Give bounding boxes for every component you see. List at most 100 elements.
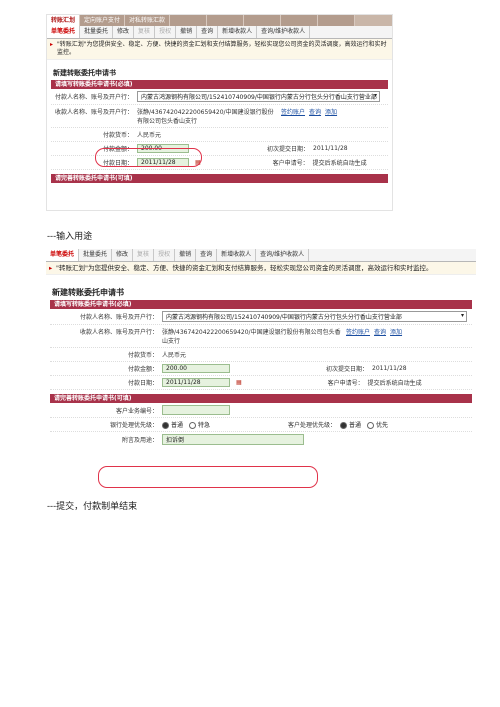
currency-row: 付款货币： 人民币元 (51, 128, 388, 142)
top-tab-transfer[interactable]: 转账汇划 (47, 15, 81, 26)
first-submit-label: 初次提交日期： (266, 146, 309, 153)
cust-priority-normal[interactable]: 普通 (340, 420, 361, 429)
tab-cancel[interactable]: 撤销 (175, 249, 197, 261)
bank-priority-normal[interactable]: 普通 (162, 420, 183, 429)
top-tab-4[interactable] (170, 15, 208, 26)
cust-priority-label: 客户处理优先级： (288, 422, 337, 429)
amount-row: 付款金额： 200.00 初次提交日期： 2011/11/28 (50, 362, 472, 376)
payer-label: 付款人名称、账号及开户行： (79, 314, 158, 321)
tab-cancel[interactable]: 撤销 (176, 26, 198, 38)
customer-no-label: 客户申请号： (327, 380, 364, 387)
tab-review[interactable]: 复核 (134, 26, 156, 38)
tab-manage-payee[interactable]: 查询/维护收款人 (256, 249, 310, 261)
priority-row: 银行处理优先级： 普通 特急 客户处理优先级： 普通 优先 (50, 418, 472, 432)
caption-input-purpose: ---输入用途 (47, 232, 93, 242)
radio-selected-icon (162, 422, 169, 429)
payee-value: 张静/4367420422200659420/中国建设银行股份有限公司包头香山支… (137, 109, 274, 125)
form-title: 新建转账委托申请书 (53, 69, 116, 77)
highlight-amount (95, 148, 202, 167)
top-tab-private[interactable]: 对私转账汇款 (125, 15, 171, 26)
tab-single[interactable]: 单笔委托 (46, 249, 80, 261)
top-tab-8[interactable] (318, 15, 356, 26)
tab-manage-payee[interactable]: 查询/维护收款人 (257, 26, 311, 38)
bank-priority-urgent[interactable]: 特急 (189, 420, 210, 429)
top-tab-6[interactable] (244, 15, 282, 26)
tab-authorize[interactable]: 授权 (154, 249, 176, 261)
memo-input[interactable]: 扣诉倒 (162, 434, 304, 445)
tab-modify[interactable]: 修改 (112, 249, 134, 261)
amount-label: 付款金额： (127, 366, 158, 373)
tab-query[interactable]: 查询 (196, 249, 218, 261)
sign-account-link[interactable]: 签约账户 (281, 107, 305, 116)
top-tab-7[interactable] (281, 15, 319, 26)
payee-row: 收款人名称、账号及开户行： 张静/4367420422200659420/中国建… (51, 105, 388, 128)
customer-no-value: 提交后系统自动生成 (367, 380, 422, 387)
bank-priority-normal-label: 普通 (171, 422, 184, 429)
first-submit-value: 2011/11/28 (313, 145, 348, 152)
pay-date-row: 付款日期： 2011/11/28 ▦ 客户申请号： 提交后系统自动生成 (50, 376, 472, 390)
currency-label: 付款货币： (127, 352, 158, 359)
sub-nav-2: 单笔委托 批量委托 修改 复核 授权 撤销 查询 新增收款人 查询/维护收款人 (46, 249, 476, 262)
query-link[interactable]: 查询 (374, 327, 386, 336)
payee-label: 收款人名称、账号及开户行： (79, 329, 158, 336)
top-tab-directed[interactable]: 定向账户支付 (80, 15, 126, 26)
memo-label: 附言及用途： (121, 437, 158, 444)
tab-batch[interactable]: 批量委托 (79, 249, 113, 261)
section-optional: 请完善转账委托申请书(可填) (51, 174, 388, 183)
screenshot-form-submit: 单笔委托 批量委托 修改 复核 授权 撤销 查询 新增收款人 查询/维护收款人 … (46, 249, 476, 489)
notice-text: "转账汇划"为您提供安全、稳定、方便、快捷的资金汇划和支付结算服务，轻松实现您公… (47, 39, 392, 60)
biz-no-input[interactable] (162, 405, 230, 415)
add-link[interactable]: 添加 (390, 327, 402, 336)
customer-no-value: 提交后系统自动生成 (312, 160, 367, 167)
payer-row: 付款人名称、账号及开户行： 内蒙古鸿源钢构有限公司/152410740909/中… (50, 309, 472, 325)
radio-icon (367, 422, 375, 429)
top-tab-5[interactable] (207, 15, 245, 26)
payee-row: 收款人名称、账号及开户行： 张静/4367420422200659420/中国建… (50, 325, 472, 348)
section-optional: 请完善转账委托申请书(可填) (50, 394, 472, 403)
payer-select[interactable]: 内蒙古鸿源钢构有限公司/152410740909/中国银行内蒙古分行包头分行香山… (162, 311, 467, 322)
notice-text: "转账汇划"为您提供安全、稳定、方便、快捷的资金汇划和支付结算服务，轻松实现您公… (46, 262, 476, 275)
section-required: 请填写转账委托申请书(必填) (50, 300, 472, 309)
pay-date-input[interactable]: 2011/11/28 (162, 378, 230, 387)
top-nav: 转账汇划 定向账户支付 对私转账汇款 (47, 15, 392, 26)
tab-single[interactable]: 单笔委托 (47, 26, 81, 38)
cust-priority-high[interactable]: 优先 (367, 420, 388, 429)
highlight-memo (98, 466, 318, 488)
cust-priority-normal-label: 普通 (349, 422, 362, 429)
tab-review[interactable]: 复核 (133, 249, 155, 261)
amount-input[interactable]: 200.00 (162, 364, 230, 373)
first-submit-label: 初次提交日期： (325, 366, 368, 373)
payer-select[interactable]: 内蒙古鸿源钢构有限公司/152410740909/中国银行内蒙古分行包头分行香山… (137, 91, 380, 102)
pay-date-label: 付款日期： (127, 380, 158, 387)
query-link[interactable]: 查询 (309, 107, 321, 116)
sign-account-link[interactable]: 签约账户 (346, 327, 370, 336)
tab-add-payee[interactable]: 新增收款人 (217, 249, 257, 261)
tab-modify[interactable]: 修改 (113, 26, 135, 38)
radio-selected-icon (340, 422, 348, 429)
payer-row: 付款人名称、账号及开户行： 内蒙古鸿源钢构有限公司/152410740909/中… (51, 89, 388, 105)
tab-authorize[interactable]: 授权 (155, 26, 177, 38)
form-title: 新建转账委托申请书 (52, 288, 124, 297)
memo-row: 附言及用途： 扣诉倒 (50, 432, 472, 447)
screenshot-form-entry: 转账汇划 定向账户支付 对私转账汇款 单笔委托 批量委托 修改 复核 授权 撤销… (46, 14, 393, 211)
bank-priority-urgent-label: 特急 (198, 422, 211, 429)
sub-nav: 单笔委托 批量委托 修改 复核 授权 撤销 查询 新增收款人 查询/维护收款人 (47, 26, 392, 39)
customer-no-label: 客户申请号： (272, 160, 309, 167)
radio-icon (189, 422, 197, 429)
currency-value: 人民币元 (162, 352, 187, 359)
tab-query[interactable]: 查询 (197, 26, 219, 38)
bank-priority-label: 银行处理优先级： (109, 422, 158, 429)
caption-submit: ---提交，付款制单结束 (47, 502, 138, 512)
payee-label: 收款人名称、账号及开户行： (54, 109, 133, 116)
section-required: 请填写转账委托申请书(必填) (51, 80, 388, 89)
currency-value: 人民币元 (137, 132, 162, 139)
biz-no-row: 客户业务编号： (50, 403, 472, 418)
first-submit-value: 2011/11/28 (372, 365, 407, 372)
add-link[interactable]: 添加 (325, 107, 337, 116)
currency-label: 付款货币： (102, 132, 133, 139)
tab-add-payee[interactable]: 新增收款人 (218, 26, 258, 38)
tab-batch[interactable]: 批量委托 (80, 26, 114, 38)
payee-value: 张静/4367420422200659420/中国建设银行股份有限公司包头香山支… (162, 329, 341, 345)
cust-priority-high-label: 优先 (376, 422, 389, 429)
biz-no-label: 客户业务编号： (115, 407, 158, 415)
